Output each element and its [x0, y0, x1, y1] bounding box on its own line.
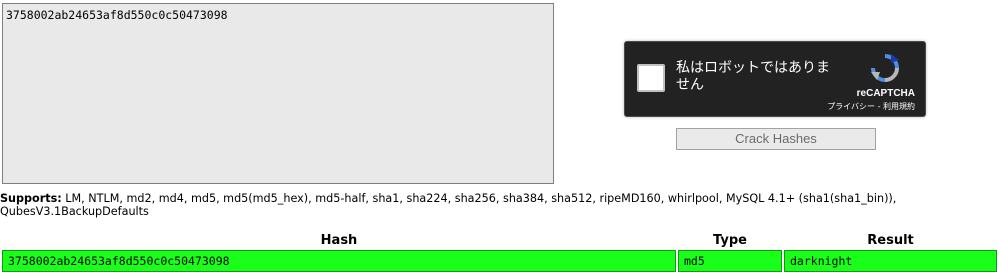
crack-hashes-button[interactable]: Crack Hashes: [676, 128, 876, 150]
results-header-row: Hash Type Result: [2, 233, 997, 248]
result-hash-cell: 3758002ab24653af8d550c0c50473098: [2, 250, 676, 272]
result-plaintext-cell: darknight: [784, 250, 997, 272]
captcha-privacy-terms-link[interactable]: プライバシー - 利用規約: [827, 101, 915, 112]
results-table: Hash Type Result 3758002ab24653af8d550c0…: [0, 231, 999, 274]
captcha-brand: reCAPTCHA: [856, 88, 915, 99]
column-header-type: Type: [713, 233, 747, 248]
column-header-result: Result: [867, 233, 914, 248]
result-type-cell: md5: [678, 250, 782, 272]
recaptcha-widget: 私はロボットではありません reCAPTCHA プライバシー - 利用規約: [624, 41, 926, 117]
hash-cracker-page: 3758002ab24653af8d550c0c50473098 私はロボットで…: [0, 0, 999, 276]
captcha-label: 私はロボットではありません: [676, 60, 830, 93]
recaptcha-logo-icon: [871, 54, 899, 82]
supports-list: LM, NTLM, md2, md4, md5, md5(md5_hex), m…: [0, 192, 897, 218]
supports-text: Supports: LM, NTLM, md2, md4, md5, md5(m…: [0, 192, 900, 218]
table-row: 3758002ab24653af8d550c0c50473098 md5 dar…: [2, 250, 997, 272]
captcha-checkbox[interactable]: [637, 64, 665, 92]
supports-heading: Supports:: [0, 192, 62, 205]
column-header-hash: Hash: [320, 233, 358, 248]
hash-input[interactable]: 3758002ab24653af8d550c0c50473098: [2, 3, 554, 184]
